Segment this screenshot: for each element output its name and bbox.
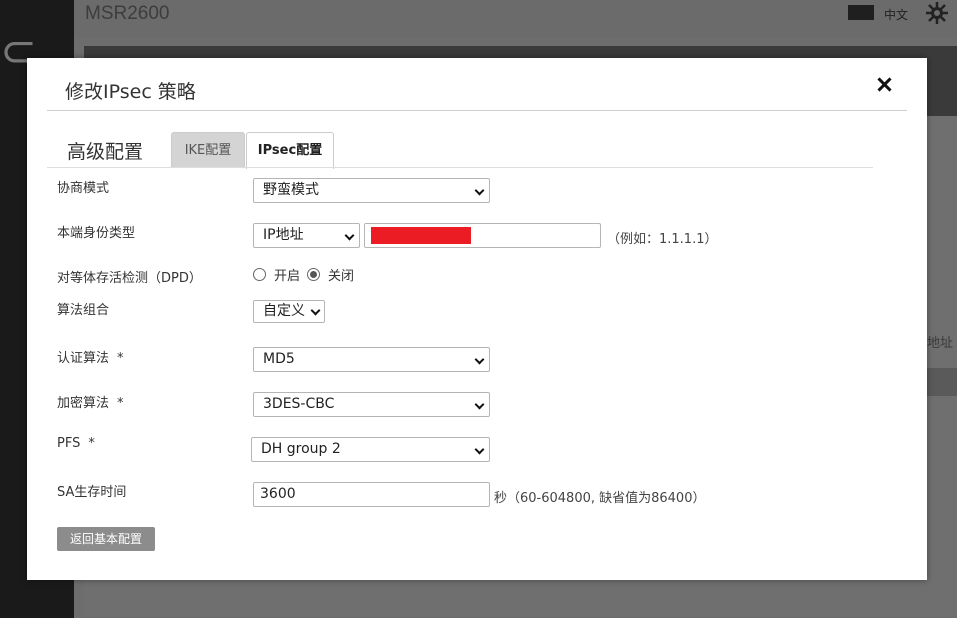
auth-algorithm-value: MD5 xyxy=(263,351,295,367)
auth-algorithm-select[interactable]: MD5 xyxy=(253,347,490,372)
dpd-off-label[interactable]: 关闭 xyxy=(328,265,354,284)
required-marker: * xyxy=(117,396,124,411)
app-column-label: 地址 xyxy=(927,336,954,351)
dpd-off-radio[interactable] xyxy=(307,268,321,281)
dpd-radio-group: 开启 关闭 xyxy=(253,265,361,284)
section-title: 高级配置 xyxy=(67,141,144,163)
required-marker: * xyxy=(117,351,124,366)
local-id-type-label: 本端身份类型 xyxy=(57,226,136,241)
encryption-algorithm-label-text: 加密算法 xyxy=(57,396,110,411)
chevron-down-icon xyxy=(474,399,485,410)
tab-ike-config[interactable]: IKE配置 xyxy=(171,132,245,168)
dpd-label: 对等体存活检测（DPD） xyxy=(57,271,202,286)
auth-algorithm-label-text: 认证算法 xyxy=(57,351,110,366)
app-title: MSR2600 xyxy=(85,3,170,24)
title-divider xyxy=(47,110,907,111)
tab-ipsec-config[interactable]: IPsec配置 xyxy=(246,132,334,169)
negotiation-mode-label: 协商模式 xyxy=(57,181,110,196)
encryption-algorithm-value: 3DES-CBC xyxy=(263,396,335,412)
negotiation-mode-value: 野蛮模式 xyxy=(263,182,319,198)
chevron-down-icon xyxy=(310,305,321,316)
sa-lifetime-hint: 秒（60-604800, 缺省值为86400） xyxy=(494,491,706,506)
local-id-input[interactable] xyxy=(364,223,601,248)
local-id-type-select[interactable]: IP地址 xyxy=(253,223,360,248)
edit-ipsec-policy-dialog: 修改IPsec 策略 高级配置 IKE配置 IPsec配置 协商模式 野蛮模式 … xyxy=(27,58,927,580)
chevron-down-icon xyxy=(474,354,485,365)
redaction-block xyxy=(371,227,471,244)
algorithm-suite-value: 自定义 xyxy=(263,303,305,319)
gear-icon[interactable] xyxy=(925,1,949,25)
language-switch[interactable]: 中文 xyxy=(884,6,908,23)
pfs-label-text: PFS xyxy=(57,436,81,451)
app-header xyxy=(74,0,957,38)
back-to-basic-config-button[interactable]: 返回基本配置 xyxy=(57,527,155,551)
dpd-on-radio[interactable] xyxy=(253,268,266,281)
dialog-title: 修改IPsec 策略 xyxy=(65,81,196,103)
pfs-select[interactable]: DH group 2 xyxy=(251,437,490,462)
required-marker: * xyxy=(88,436,95,451)
sa-lifetime-label: SA生存时间 xyxy=(57,485,127,500)
auth-algorithm-label: 认证算法 * xyxy=(57,347,124,366)
flag-icon[interactable] xyxy=(848,5,874,20)
local-id-hint: （例如：1.1.1.1） xyxy=(607,232,718,247)
algorithm-suite-select[interactable]: 自定义 xyxy=(253,300,325,323)
chevron-down-icon xyxy=(474,444,485,455)
dpd-on-label[interactable]: 开启 xyxy=(274,265,300,284)
encryption-algorithm-select[interactable]: 3DES-CBC xyxy=(253,392,490,417)
sa-lifetime-value: 3600 xyxy=(260,486,296,502)
pfs-value: DH group 2 xyxy=(261,441,341,457)
chevron-down-icon xyxy=(344,230,355,241)
encryption-algorithm-label: 加密算法 * xyxy=(57,392,124,411)
sa-lifetime-input[interactable]: 3600 xyxy=(253,482,490,507)
close-icon[interactable] xyxy=(873,74,895,96)
pfs-label: PFS * xyxy=(57,436,95,451)
local-id-type-value: IP地址 xyxy=(263,227,304,243)
chevron-down-icon xyxy=(474,185,485,196)
negotiation-mode-select[interactable]: 野蛮模式 xyxy=(253,178,490,203)
tab-divider xyxy=(47,167,873,168)
algorithm-suite-label: 算法组合 xyxy=(57,303,110,318)
